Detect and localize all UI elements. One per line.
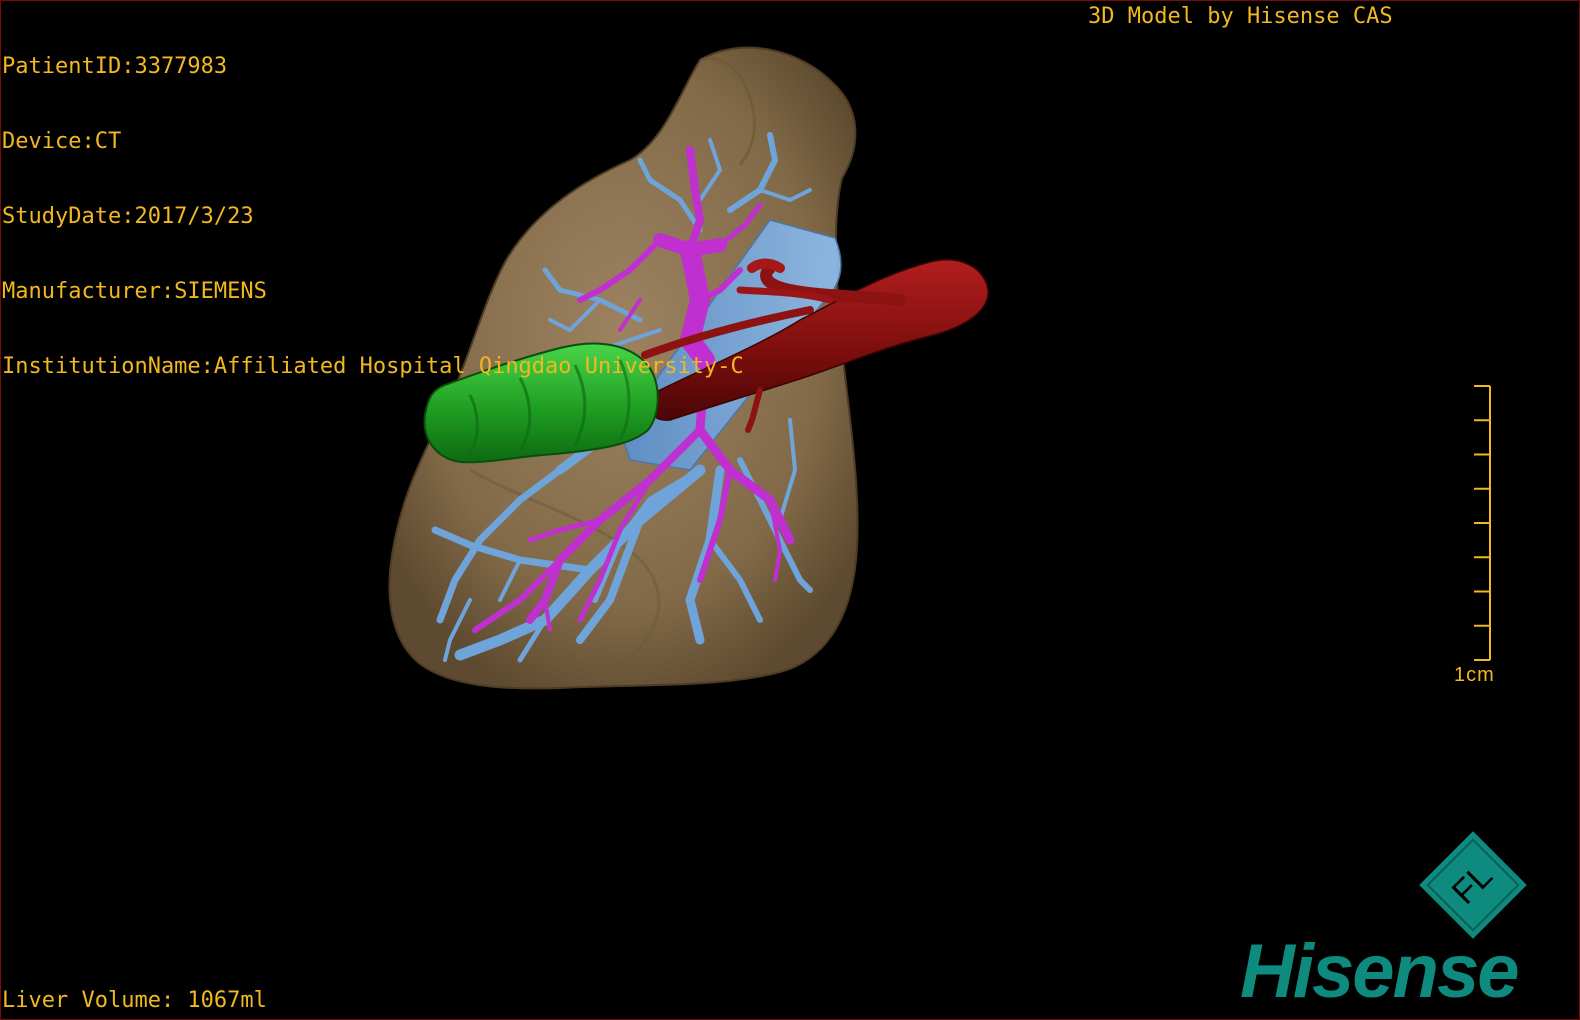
study-date: StudyDate:2017/3/23 bbox=[2, 204, 254, 229]
manufacturer: Manufacturer:SIEMENS bbox=[2, 279, 267, 304]
patient-id: PatientID:3377983 bbox=[2, 54, 228, 79]
scale-bar-label: 1cm bbox=[1454, 664, 1495, 686]
institution-name: InstitutionName:Affiliated Hospital Qing… bbox=[2, 354, 744, 379]
model-credit: 3D Model by Hisense CAS bbox=[1088, 4, 1393, 29]
liver-volume: Liver Volume: 1067ml bbox=[2, 988, 267, 1013]
hisense-wordmark: Hisense bbox=[1240, 929, 1519, 1014]
study-info-panel: PatientID:3377983 Device:CT StudyDate:20… bbox=[2, 4, 744, 404]
device: Device:CT bbox=[2, 129, 122, 154]
scale-bar bbox=[1474, 385, 1491, 661]
hisense-fl-diamond-icon: FL bbox=[1419, 831, 1527, 939]
